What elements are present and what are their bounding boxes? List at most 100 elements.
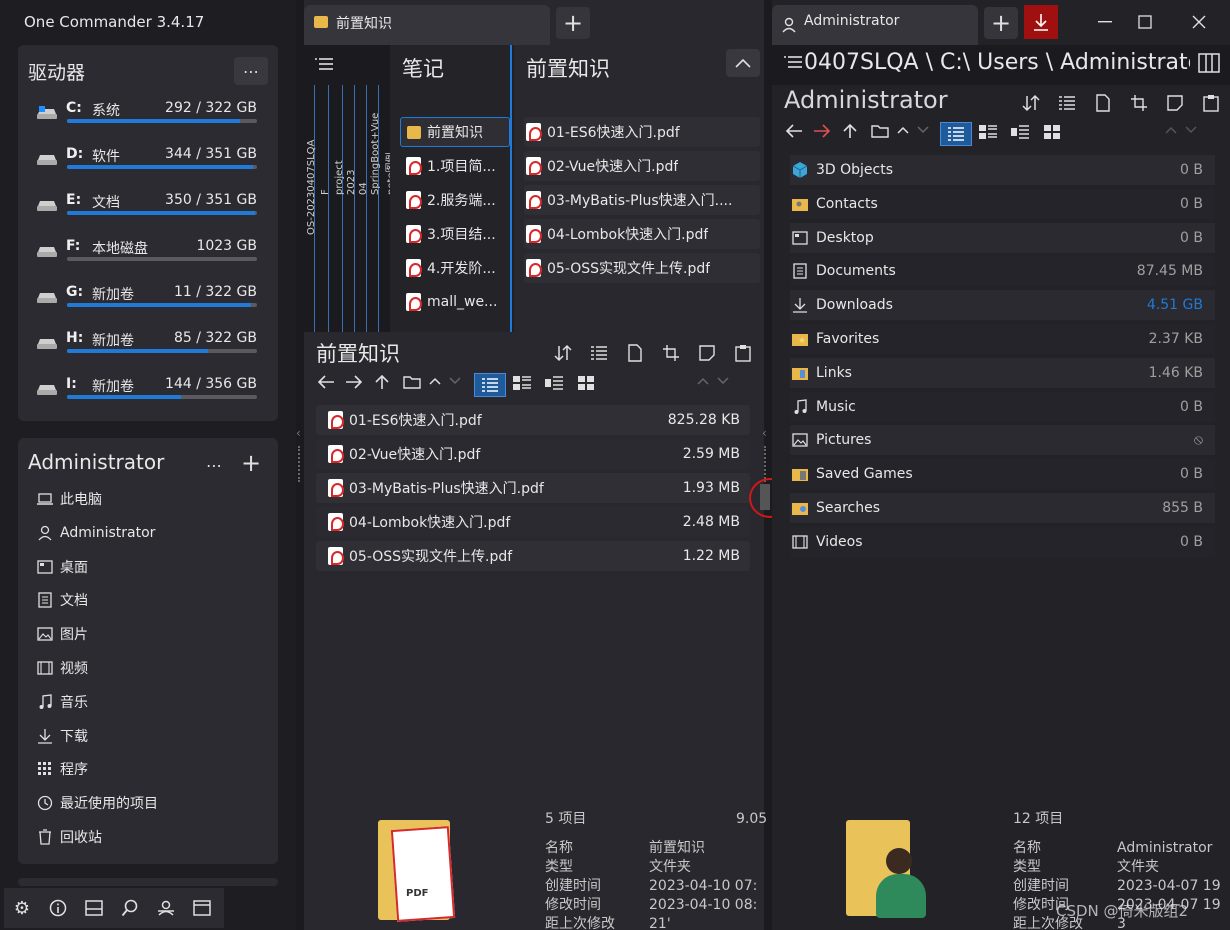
- open-folder-icon[interactable]: [868, 124, 892, 138]
- open-folder-icon[interactable]: [400, 375, 424, 389]
- column-item[interactable]: 05-OSS实现文件上传.pdf: [524, 253, 760, 283]
- place-item[interactable]: 回收站: [36, 825, 102, 849]
- column-item[interactable]: 4.开发阶...: [400, 253, 510, 283]
- copy-path-icon[interactable]: [1124, 90, 1154, 116]
- file-row[interactable]: 02-Vue快速入门.pdf 2.59 MB: [316, 439, 750, 469]
- view-grid-icon[interactable]: [574, 375, 598, 391]
- back-arrow-icon[interactable]: [314, 375, 338, 389]
- crumb-segment[interactable]: project: [334, 160, 345, 195]
- details-list-icon[interactable]: [584, 340, 614, 366]
- chevron-up-icon[interactable]: [426, 377, 444, 385]
- new-file-icon[interactable]: [1088, 90, 1118, 116]
- panel-icon[interactable]: [82, 896, 106, 920]
- folder-row[interactable]: Music 0 B: [790, 391, 1215, 422]
- add-place-button[interactable]: +: [236, 448, 266, 478]
- copy-path-icon[interactable]: [656, 340, 686, 366]
- view-tiles-icon[interactable]: [510, 375, 534, 391]
- move-icon[interactable]: [1160, 90, 1190, 116]
- file-row[interactable]: 01-ES6快速入门.pdf 825.28 KB: [316, 405, 750, 435]
- column-item[interactable]: 01-ES6快速入门.pdf: [524, 117, 760, 147]
- forward-arrow-icon[interactable]: [810, 124, 834, 138]
- new-tab-button[interactable]: +: [556, 7, 590, 39]
- place-item[interactable]: 视频: [36, 656, 88, 680]
- menu-icon[interactable]: [782, 55, 804, 69]
- column-item[interactable]: 前置知识: [400, 117, 510, 147]
- column-item[interactable]: 1.项目简...: [400, 151, 510, 181]
- window-icon[interactable]: [190, 896, 214, 920]
- chevron-down-icon[interactable]: [914, 126, 932, 134]
- up-arrow-icon[interactable]: [838, 123, 862, 139]
- columns-view-icon[interactable]: [1196, 53, 1222, 73]
- left-splitter-handle[interactable]: ‹: [296, 426, 301, 440]
- folder-row[interactable]: Documents 87.45 MB: [790, 256, 1215, 287]
- drive-item[interactable]: H: 新加卷 85 / 322 GB: [36, 330, 260, 370]
- folder-row[interactable]: 3D Objects 0 B: [790, 155, 1215, 185]
- folder-row[interactable]: Saved Games 0 B: [790, 459, 1215, 490]
- view-tiles-icon[interactable]: [976, 124, 1000, 140]
- view-content-icon[interactable]: [542, 375, 566, 391]
- file-row[interactable]: 03-MyBatis-Plus快速入门.pdf 1.93 MB: [316, 473, 750, 503]
- path-text[interactable]: 0407SLQA \ C:\ Users \ Administrator: [804, 50, 1190, 75]
- place-item[interactable]: 此电脑: [36, 487, 102, 511]
- sort-desc-icon[interactable]: [1182, 126, 1200, 134]
- folder-row[interactable]: Links 1.46 KB: [790, 357, 1215, 388]
- file-row[interactable]: 04-Lombok快速入门.pdf 2.48 MB: [316, 507, 750, 537]
- chevron-down-icon[interactable]: [446, 377, 464, 385]
- drive-item[interactable]: E: 文档 350 / 351 GB: [36, 192, 260, 232]
- places-more-button[interactable]: ⋯: [200, 451, 228, 479]
- place-item[interactable]: 音乐: [36, 690, 88, 714]
- right-splitter-grip[interactable]: [764, 446, 766, 482]
- crumb-segment[interactable]: 04: [358, 182, 369, 195]
- chevron-up-icon[interactable]: [726, 49, 760, 77]
- folder-row[interactable]: Desktop 0 B: [790, 222, 1215, 253]
- folder-row[interactable]: Contacts 0 B: [790, 188, 1215, 219]
- place-item[interactable]: 桌面: [36, 555, 88, 579]
- back-arrow-icon[interactable]: [782, 124, 806, 138]
- folder-row[interactable]: Pictures ⦸: [790, 425, 1215, 456]
- place-item[interactable]: 文档: [36, 588, 88, 612]
- drive-item[interactable]: I: 新加卷 144 / 356 GB: [36, 376, 260, 416]
- drive-item[interactable]: C: 系统 292 / 322 GB: [36, 100, 260, 140]
- place-item[interactable]: Administrator: [36, 521, 155, 545]
- menu-icon[interactable]: [312, 53, 336, 75]
- details-list-icon[interactable]: [1052, 90, 1082, 116]
- column-item[interactable]: 3.项目结...: [400, 219, 510, 249]
- move-icon[interactable]: [692, 340, 722, 366]
- paste-icon[interactable]: [728, 340, 758, 366]
- user-switch-icon[interactable]: [154, 896, 178, 920]
- place-item[interactable]: 图片: [36, 622, 88, 646]
- drive-item[interactable]: D: 软件 344 / 351 GB: [36, 146, 260, 186]
- place-item[interactable]: 下载: [36, 724, 88, 748]
- minimize-icon[interactable]: [1090, 8, 1120, 36]
- right-splitter-handle[interactable]: ‹: [762, 426, 767, 440]
- crumb-segment[interactable]: OS-20230407SLQA: [306, 140, 317, 235]
- view-grid-icon[interactable]: [1040, 124, 1064, 140]
- column-item[interactable]: 04-Lombok快速入门.pdf: [524, 219, 760, 249]
- sort-desc-icon[interactable]: [714, 377, 732, 385]
- sort-icon[interactable]: [548, 340, 578, 366]
- settings-icon[interactable]: ⚙: [10, 896, 34, 920]
- sort-icon[interactable]: [1016, 90, 1046, 116]
- tab-administrator[interactable]: Administrator: [772, 5, 978, 45]
- paste-icon[interactable]: [1196, 90, 1226, 116]
- view-details-icon[interactable]: [474, 373, 506, 397]
- view-details-icon[interactable]: [940, 122, 972, 146]
- column-item[interactable]: mall_we...: [400, 287, 510, 317]
- download-update-icon[interactable]: [1024, 5, 1058, 39]
- column-item[interactable]: 02-Vue快速入门.pdf: [524, 151, 760, 181]
- up-arrow-icon[interactable]: [370, 374, 394, 390]
- column-item[interactable]: 03-MyBatis-Plus快速入门....: [524, 185, 760, 215]
- maximize-icon[interactable]: [1130, 8, 1160, 36]
- forward-arrow-icon[interactable]: [342, 375, 366, 389]
- drive-item[interactable]: F: 本地磁盘 1023 GB: [36, 238, 260, 278]
- column-item[interactable]: 2.服务端...: [400, 185, 510, 215]
- drives-more-button[interactable]: ⋯: [234, 57, 268, 85]
- close-icon[interactable]: [1184, 8, 1214, 36]
- place-item[interactable]: 程序: [36, 757, 88, 781]
- place-item[interactable]: 最近使用的项目: [36, 791, 158, 815]
- folder-row[interactable]: Downloads 4.51 GB: [790, 290, 1215, 321]
- chevron-up-icon[interactable]: [894, 126, 912, 134]
- folder-row[interactable]: Favorites 2.37 KB: [790, 324, 1215, 354]
- folder-row[interactable]: Searches 855 B: [790, 493, 1215, 523]
- sort-asc-icon[interactable]: [1162, 126, 1180, 134]
